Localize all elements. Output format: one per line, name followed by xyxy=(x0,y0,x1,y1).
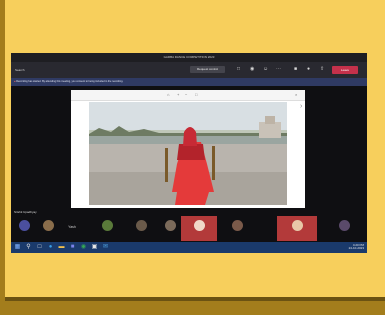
participant-name: Yash xyxy=(68,225,76,229)
frame-bottom xyxy=(0,300,385,315)
avatar xyxy=(164,220,176,231)
avatar xyxy=(101,220,113,231)
request-control-button[interactable]: Request control xyxy=(190,66,225,73)
avatar xyxy=(291,220,303,231)
camera-icon[interactable]: ■ xyxy=(294,67,299,72)
people-icon[interactable]: ◉ xyxy=(250,67,255,72)
participant-tile[interactable] xyxy=(13,216,35,241)
participant-tile[interactable] xyxy=(37,216,59,241)
dance-video-image xyxy=(89,102,287,205)
recording-banner: ● Recording has started. By attending th… xyxy=(11,78,367,86)
participant-strip: Yash xyxy=(11,216,367,241)
recording-banner-text: Recording has started. By attending this… xyxy=(16,80,124,83)
avatar xyxy=(231,220,243,231)
participant-tile[interactable] xyxy=(331,216,357,241)
mic-icon[interactable]: ● xyxy=(307,67,312,72)
avatar xyxy=(338,220,350,231)
mail-icon[interactable]: ✉ xyxy=(102,244,109,251)
teams-meeting-screen: GARBA DANCE COMPETITION 2023 Search Requ… xyxy=(11,53,367,253)
window-titlebar: GARBA DANCE COMPETITION 2023 xyxy=(11,53,367,62)
chrome-icon[interactable]: ◉ xyxy=(80,244,87,251)
shared-window-titlebar: ⌂ + − □ × xyxy=(71,90,305,101)
home-icon[interactable]: ⌂ xyxy=(167,93,171,97)
dance-video xyxy=(89,102,287,205)
participant-tile[interactable] xyxy=(181,216,217,241)
next-icon[interactable]: › xyxy=(300,103,302,110)
windows-taskbar: ▦ ⚲ □ ● ▬ ■ ◉ ▣ ✉ 4:20 PM 24-10-2023 xyxy=(11,242,367,253)
taskbar-clock[interactable]: 4:20 PM 24-10-2023 xyxy=(349,244,364,250)
participant-tile[interactable] xyxy=(277,216,317,241)
more-icon[interactable]: ⋯ xyxy=(276,67,281,72)
presenter-name: Srishti Upadhyay xyxy=(14,210,37,214)
avatar xyxy=(135,220,147,231)
zoom-out-icon[interactable]: − xyxy=(185,93,189,97)
avatar xyxy=(18,220,30,231)
participant-tile[interactable] xyxy=(161,216,179,241)
participant-tile[interactable] xyxy=(125,216,157,241)
toolbar-left-label[interactable]: Search xyxy=(15,68,25,72)
leave-button[interactable]: Leave xyxy=(332,66,358,74)
chat-icon[interactable]: □ xyxy=(237,67,242,72)
file-explorer-icon[interactable]: ▬ xyxy=(58,244,65,251)
search-icon[interactable]: ⚲ xyxy=(25,244,32,251)
frame-left xyxy=(0,0,5,315)
meeting-toolbar: Search Request control □ ◉ ☺ ⋯ ■ ● ⇧ Lea… xyxy=(11,62,367,78)
participant-tile[interactable] xyxy=(221,216,253,241)
teams-icon[interactable]: ■ xyxy=(69,244,76,251)
close-icon[interactable]: × xyxy=(295,93,299,97)
share-icon[interactable]: ⇧ xyxy=(320,67,325,72)
zoom-in-icon[interactable]: + xyxy=(177,93,181,97)
avatar xyxy=(193,220,205,231)
avatar xyxy=(42,220,54,231)
frame-bottom-shadow xyxy=(5,297,385,301)
shared-screen-window: ⌂ + − □ × xyxy=(71,90,305,208)
edge-icon[interactable]: ● xyxy=(47,244,54,251)
participant-tile[interactable] xyxy=(91,216,123,241)
start-icon[interactable]: ▦ xyxy=(14,244,21,251)
store-icon[interactable]: ▣ xyxy=(91,244,98,251)
clock-date: 24-10-2023 xyxy=(348,246,364,250)
expand-icon[interactable]: □ xyxy=(195,93,199,97)
react-icon[interactable]: ☺ xyxy=(263,67,268,72)
participant-tile[interactable]: Yash xyxy=(61,216,83,241)
window-title: GARBA DANCE COMPETITION 2023 xyxy=(163,55,215,59)
task-view-icon[interactable]: □ xyxy=(36,244,43,251)
